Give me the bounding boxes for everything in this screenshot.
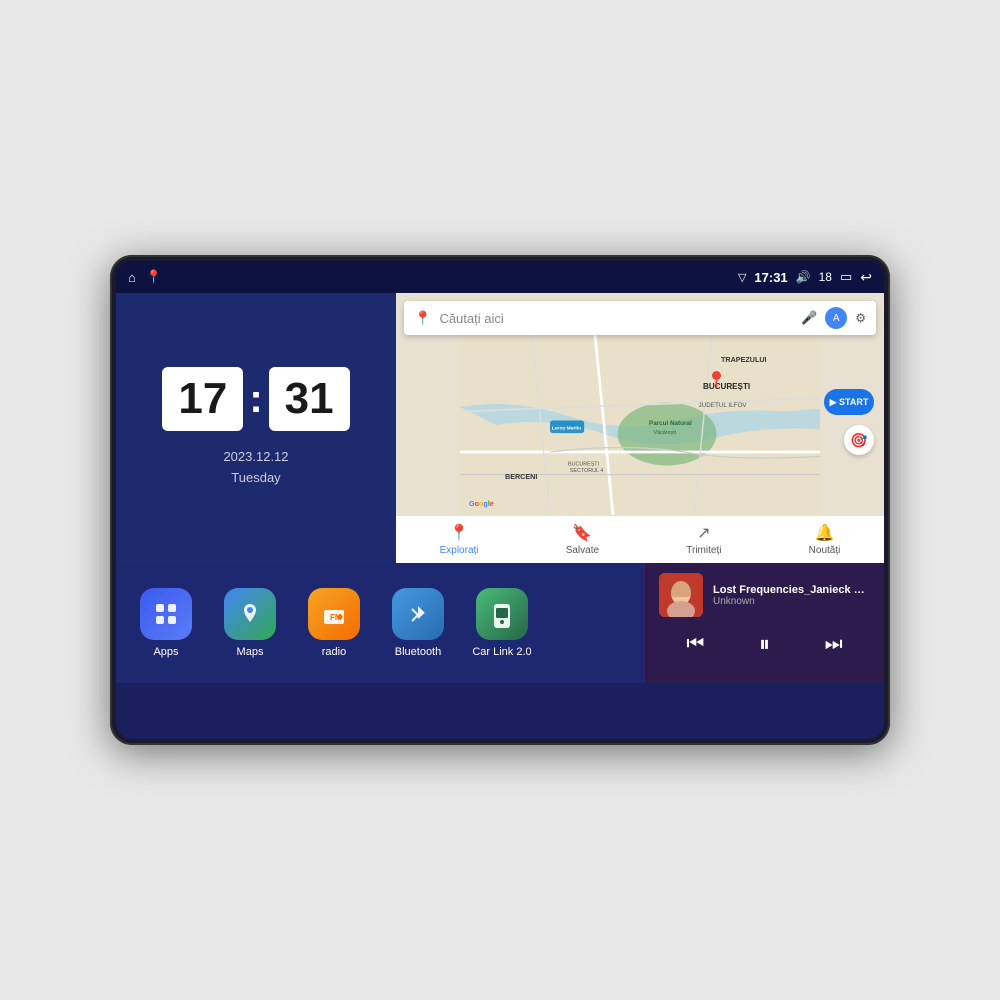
radio-label: radio — [322, 646, 346, 658]
svg-text:Văcărești: Văcărești — [654, 430, 676, 436]
map-nav-news[interactable]: 🔔 Noutăți — [809, 523, 841, 556]
clock-hours: 17 — [162, 367, 243, 431]
apps-label: Apps — [153, 646, 178, 658]
map-nav-explore[interactable]: 📍 Explorați — [440, 523, 479, 556]
back-icon[interactable]: ↩ — [860, 269, 872, 286]
device-frame: ⌂ 📍 ▽ 17:31 🔊 18 ▭ ↩ 17 : — [110, 255, 890, 745]
map-bottom-nav: 📍 Explorați 🔖 Salvate ↗ Trimiteți 🔔 — [396, 515, 884, 563]
music-text: Lost Frequencies_Janieck Devy-... Unknow… — [713, 584, 870, 607]
svg-text:Google: Google — [469, 499, 494, 508]
settings-icon[interactable]: ⚙ — [855, 311, 866, 325]
apps-icon — [140, 588, 192, 640]
status-bar: ⌂ 📍 ▽ 17:31 🔊 18 ▭ ↩ — [116, 261, 884, 293]
app-item-maps[interactable]: Maps — [216, 588, 284, 658]
clock-day: Tuesday — [223, 468, 288, 489]
svg-text:SECTORUL 4: SECTORUL 4 — [570, 468, 603, 474]
maps-label: Maps — [237, 646, 264, 658]
bluetooth-icon — [392, 588, 444, 640]
music-album-art — [659, 573, 703, 617]
explore-icon: 📍 — [449, 523, 469, 543]
app-item-bluetooth[interactable]: Bluetooth — [384, 588, 452, 658]
app-item-radio[interactable]: FM radio — [300, 588, 368, 658]
signal-icon: ▽ — [738, 271, 746, 284]
status-left-icons: ⌂ 📍 — [128, 269, 162, 285]
music-title: Lost Frequencies_Janieck Devy-... — [713, 584, 870, 596]
svg-text:TRAPEZULUI: TRAPEZULUI — [721, 355, 767, 364]
album-art-image — [659, 573, 703, 617]
map-nav-saved[interactable]: 🔖 Salvate — [566, 523, 599, 556]
status-time: 17:31 — [754, 270, 787, 285]
carlink-label: Car Link 2.0 — [472, 646, 531, 658]
carlink-icon — [476, 588, 528, 640]
user-avatar[interactable]: A — [825, 307, 847, 329]
map-nav-send[interactable]: ↗ Trimiteți — [686, 523, 721, 556]
svg-text:BUCUREȘTI: BUCUREȘTI — [703, 382, 750, 391]
volume-icon: 🔊 — [796, 270, 811, 284]
send-icon: ↗ — [697, 523, 710, 543]
top-section: 17 : 31 2023.12.12 Tuesday 📍 Căutați aic… — [116, 293, 884, 563]
volume-level: 18 — [819, 270, 832, 284]
music-play-pause-button[interactable]: ⏸ — [751, 627, 778, 661]
saved-label: Salvate — [566, 545, 599, 556]
svg-text:JUDEȚUL ILFOV: JUDEȚUL ILFOV — [699, 402, 748, 409]
map-panel[interactable]: 📍 Căutați aici 🎤 A ⚙ — [396, 293, 884, 563]
svg-text:BERCENI: BERCENI — [505, 472, 537, 481]
clock-minutes: 31 — [269, 367, 350, 431]
app-grid: Apps Maps — [116, 563, 644, 683]
news-label: Noutăți — [809, 545, 841, 556]
app-item-carlink[interactable]: Car Link 2.0 — [468, 588, 536, 658]
svg-text:Parcul Natural: Parcul Natural — [649, 420, 692, 427]
svg-text:Leroy Merlin: Leroy Merlin — [552, 426, 581, 432]
send-label: Trimiteți — [686, 545, 721, 556]
home-icon[interactable]: ⌂ — [128, 270, 136, 285]
device-screen: ⌂ 📍 ▽ 17:31 🔊 18 ▭ ↩ 17 : — [116, 261, 884, 739]
status-right-info: ▽ 17:31 🔊 18 ▭ ↩ — [738, 269, 872, 286]
saved-icon: 🔖 — [572, 523, 592, 543]
radio-icon: FM — [308, 588, 360, 640]
map-location-button[interactable]: 🎯 — [844, 425, 874, 455]
maps-shortcut-icon[interactable]: 📍 — [146, 269, 162, 285]
explore-label: Explorați — [440, 545, 479, 556]
map-pin-icon: 📍 — [414, 310, 431, 327]
clock-colon: : — [249, 379, 262, 419]
mic-icon[interactable]: 🎤 — [801, 310, 817, 326]
map-search-bar[interactable]: 📍 Căutați aici 🎤 A ⚙ — [404, 301, 876, 335]
news-icon: 🔔 — [815, 523, 835, 543]
music-controls: ⏮ ⏸ ⏭ — [659, 627, 870, 661]
music-panel: Lost Frequencies_Janieck Devy-... Unknow… — [644, 563, 884, 683]
svg-text:BUCUREȘTI: BUCUREȘTI — [568, 462, 599, 468]
map-search-icons: 🎤 A ⚙ — [801, 307, 866, 329]
music-artist: Unknown — [713, 596, 870, 607]
maps-icon — [224, 588, 276, 640]
map-navigate-button[interactable]: ▶ START — [824, 389, 874, 415]
clock-date: 2023.12.12 — [223, 447, 288, 468]
music-info-row: Lost Frequencies_Janieck Devy-... Unknow… — [659, 573, 870, 617]
main-content: 17 : 31 2023.12.12 Tuesday 📍 Căutați aic… — [116, 293, 884, 739]
bluetooth-label: Bluetooth — [395, 646, 441, 658]
clock-date-info: 2023.12.12 Tuesday — [223, 447, 288, 489]
app-item-apps[interactable]: Apps — [132, 588, 200, 658]
bottom-section: Apps Maps — [116, 563, 884, 683]
music-prev-button[interactable]: ⏮ — [678, 629, 712, 660]
map-search-placeholder: Căutați aici — [439, 311, 793, 326]
clock-panel: 17 : 31 2023.12.12 Tuesday — [116, 293, 396, 563]
clock-display: 17 : 31 — [162, 367, 349, 431]
battery-icon: ▭ — [840, 269, 852, 285]
music-next-button[interactable]: ⏭ — [817, 629, 851, 660]
